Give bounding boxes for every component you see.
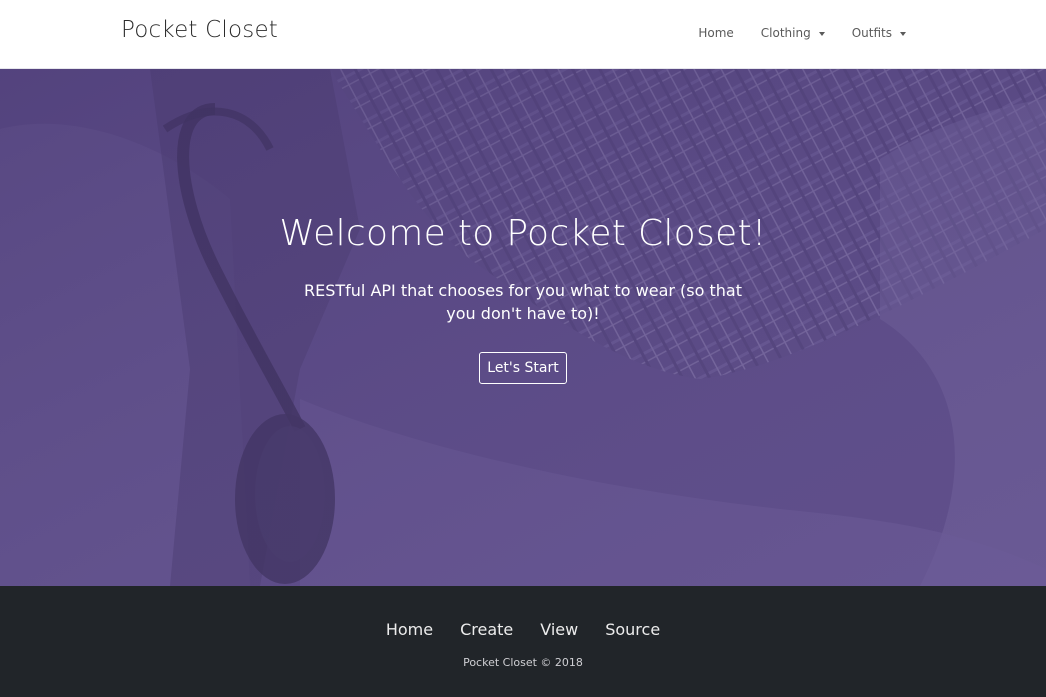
footer: Home Create View Source Pocket Closet © … xyxy=(0,586,1046,697)
hero-content: Welcome to Pocket Closet! RESTful API th… xyxy=(0,69,1046,586)
hero-section: Welcome to Pocket Closet! RESTful API th… xyxy=(0,69,1046,586)
footer-link-source[interactable]: Source xyxy=(605,620,660,639)
copyright-text: Pocket Closet © 2018 xyxy=(463,656,583,669)
nav-dropdown-outfits[interactable]: Outfits xyxy=(852,26,906,40)
footer-link-view[interactable]: View xyxy=(540,620,578,639)
nav-dropdown-clothing[interactable]: Clothing xyxy=(761,26,825,40)
hero-subtitle: RESTful API that chooses for you what to… xyxy=(303,281,742,323)
lets-start-button[interactable]: Let's Start xyxy=(479,352,567,384)
nav-links: Home Clothing Outfits xyxy=(698,26,906,40)
caret-down-icon xyxy=(818,31,825,36)
nav-dropdown-clothing-label: Clothing xyxy=(760,26,811,40)
brand-logo[interactable]: Pocket Closet xyxy=(121,17,278,43)
caret-down-icon xyxy=(900,31,906,36)
nav-link-home[interactable]: Home xyxy=(698,26,733,40)
nav-dropdown-outfits-label: Outfits xyxy=(851,26,892,40)
navbar: Pocket Closet Home Clothing Outfits xyxy=(0,0,1046,69)
nav-link-home-label: Home xyxy=(698,26,734,40)
hero-title: Welcome to Pocket Closet! xyxy=(279,213,767,254)
footer-links: Home Create View Source xyxy=(0,620,1046,639)
footer-link-create[interactable]: Create xyxy=(460,620,513,639)
footer-link-home[interactable]: Home xyxy=(386,620,433,639)
